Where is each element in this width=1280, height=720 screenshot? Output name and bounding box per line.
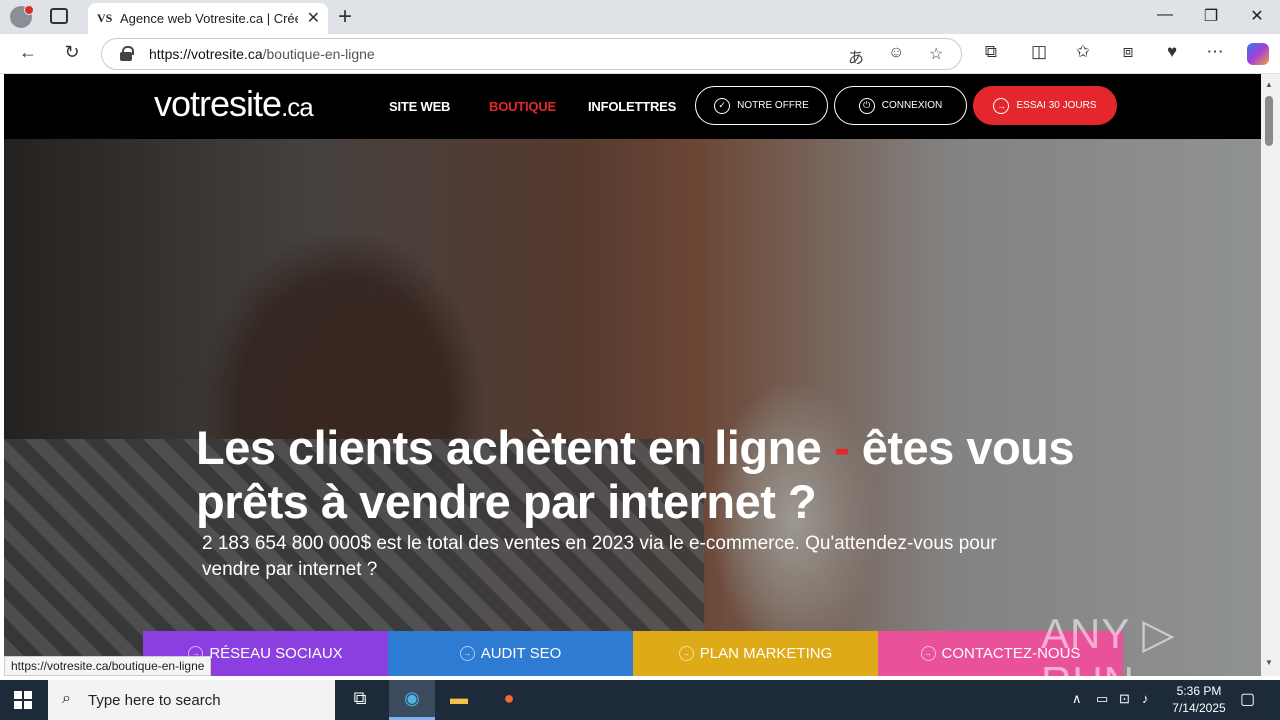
split-screen-icon[interactable]: ◫ xyxy=(1027,42,1051,62)
favorites-icon[interactable]: ✩ xyxy=(1071,42,1095,62)
more-menu-icon[interactable]: ⋯ xyxy=(1203,42,1227,62)
tab-close-icon[interactable]: ✕ xyxy=(307,8,320,28)
lock-icon[interactable] xyxy=(120,46,134,61)
notre-offre-button[interactable]: ✓ NOTRE OFFRE xyxy=(695,86,828,125)
arrow-circle-icon: → xyxy=(920,646,936,661)
hero-photo xyxy=(4,139,1261,676)
favorite-star-icon[interactable]: ☆ xyxy=(929,44,943,64)
active-tab[interactable]: VS Agence web Votresite.ca | Créer m ✕ xyxy=(88,3,328,34)
windows-start-icon[interactable] xyxy=(14,691,32,709)
plan-marketing-button[interactable]: → PLAN MARKETING xyxy=(633,631,878,676)
restore-button[interactable]: ❐ xyxy=(1196,6,1226,26)
anyrun-watermark: ANY ▷ RUN xyxy=(1041,610,1176,676)
arrow-circle-icon: → xyxy=(459,646,475,661)
windows-taskbar: ⌕ Type here to search ⧉ ◉ ▬ ● ∧ ▭ ⊡ ♪ 5:… xyxy=(0,680,1280,720)
connexion-button[interactable]: ⏻ CONNEXION xyxy=(834,86,967,125)
edge-icon: ◉ xyxy=(404,688,420,708)
nav-boutique[interactable]: BOUTIQUE xyxy=(489,99,556,114)
browser-tab-bar: VS Agence web Votresite.ca | Créer m ✕ +… xyxy=(0,0,1280,34)
hero-banner: Les clients achètent en ligne - êtes vou… xyxy=(4,139,1261,676)
network-icon[interactable]: ⊡ xyxy=(1119,691,1130,707)
arrow-circle-icon: → xyxy=(993,97,1010,114)
url-text[interactable]: https://votresite.ca/boutique-en-ligne xyxy=(149,46,375,62)
collections-icon[interactable]: ⧈ xyxy=(1116,42,1140,62)
notifications-icon[interactable]: ▢ xyxy=(1240,689,1255,709)
taskbar-search-box[interactable]: ⌕ Type here to search xyxy=(48,680,335,720)
edge-taskbar-button[interactable]: ◉ xyxy=(389,680,435,720)
back-arrow-icon[interactable]: ← xyxy=(16,42,40,63)
address-toolbar: ← ↻ https://votresite.ca/boutique-en-lig… xyxy=(0,34,1280,74)
search-icon: ⌕ xyxy=(62,690,71,707)
hero-title: Les clients achètent en ligne - êtes vou… xyxy=(196,421,1075,528)
copilot-icon[interactable] xyxy=(1247,43,1269,65)
tab-actions-icon[interactable] xyxy=(50,8,68,24)
show-hidden-icons[interactable]: ∧ xyxy=(1072,691,1082,707)
essai-30-jours-button[interactable]: → ESSAI 30 JOURS xyxy=(973,86,1117,125)
minimize-button[interactable]: — xyxy=(1150,6,1180,24)
site-logo[interactable]: votresite.ca xyxy=(154,83,314,125)
reading-mode-icon[interactable]: ☺ xyxy=(888,44,904,62)
scroll-up-icon[interactable]: ▲ xyxy=(1265,80,1273,89)
search-placeholder: Type here to search xyxy=(88,692,221,709)
extensions-icon[interactable]: ⧉ xyxy=(979,42,1003,62)
link-status-bar: https://votresite.ca/boutique-en-ligne xyxy=(4,656,212,676)
profile-icon[interactable] xyxy=(10,5,34,28)
arrow-circle-icon: → xyxy=(678,646,694,661)
nav-site-web[interactable]: SITE WEB xyxy=(389,99,450,114)
scroll-thumb[interactable] xyxy=(1265,96,1273,146)
new-tab-button[interactable]: + xyxy=(338,3,352,31)
audit-seo-button[interactable]: → AUDIT SEO xyxy=(388,631,633,676)
window-close-button[interactable]: ✕ xyxy=(1242,6,1272,26)
browser-essentials-icon[interactable]: ♥ xyxy=(1160,42,1184,62)
refresh-icon[interactable]: ↻ xyxy=(60,42,84,63)
site-header: votresite.ca SITE WEB BOUTIQUE INFOLETTR… xyxy=(4,74,1261,139)
firefox-icon[interactable]: ● xyxy=(497,688,521,712)
taskbar-clock[interactable]: 5:36 PM 7/14/2025 xyxy=(1160,683,1238,717)
check-circle-icon: ✓ xyxy=(714,97,731,114)
url-bar[interactable]: https://votresite.ca/boutique-en-ligne あ… xyxy=(101,38,962,70)
power-icon: ⏻ xyxy=(858,97,875,114)
nav-infolettres[interactable]: INFOLETTRES xyxy=(588,99,676,114)
tab-title: Agence web Votresite.ca | Créer m xyxy=(120,11,298,26)
scroll-down-icon[interactable]: ▼ xyxy=(1265,658,1273,667)
web-page: votresite.ca SITE WEB BOUTIQUE INFOLETTR… xyxy=(4,74,1261,676)
hero-subtitle: 2 183 654 800 000$ est le total des vent… xyxy=(202,533,997,580)
file-explorer-icon[interactable]: ▬ xyxy=(447,688,471,712)
site-favicon-icon: VS xyxy=(97,11,113,25)
volume-icon[interactable]: ♪ xyxy=(1142,691,1149,706)
task-view-icon[interactable]: ⧉ xyxy=(348,688,372,712)
page-scrollbar[interactable]: ▲ ▼ xyxy=(1261,74,1280,676)
battery-icon[interactable]: ▭ xyxy=(1096,691,1108,707)
translate-icon[interactable]: あ xyxy=(848,44,864,68)
